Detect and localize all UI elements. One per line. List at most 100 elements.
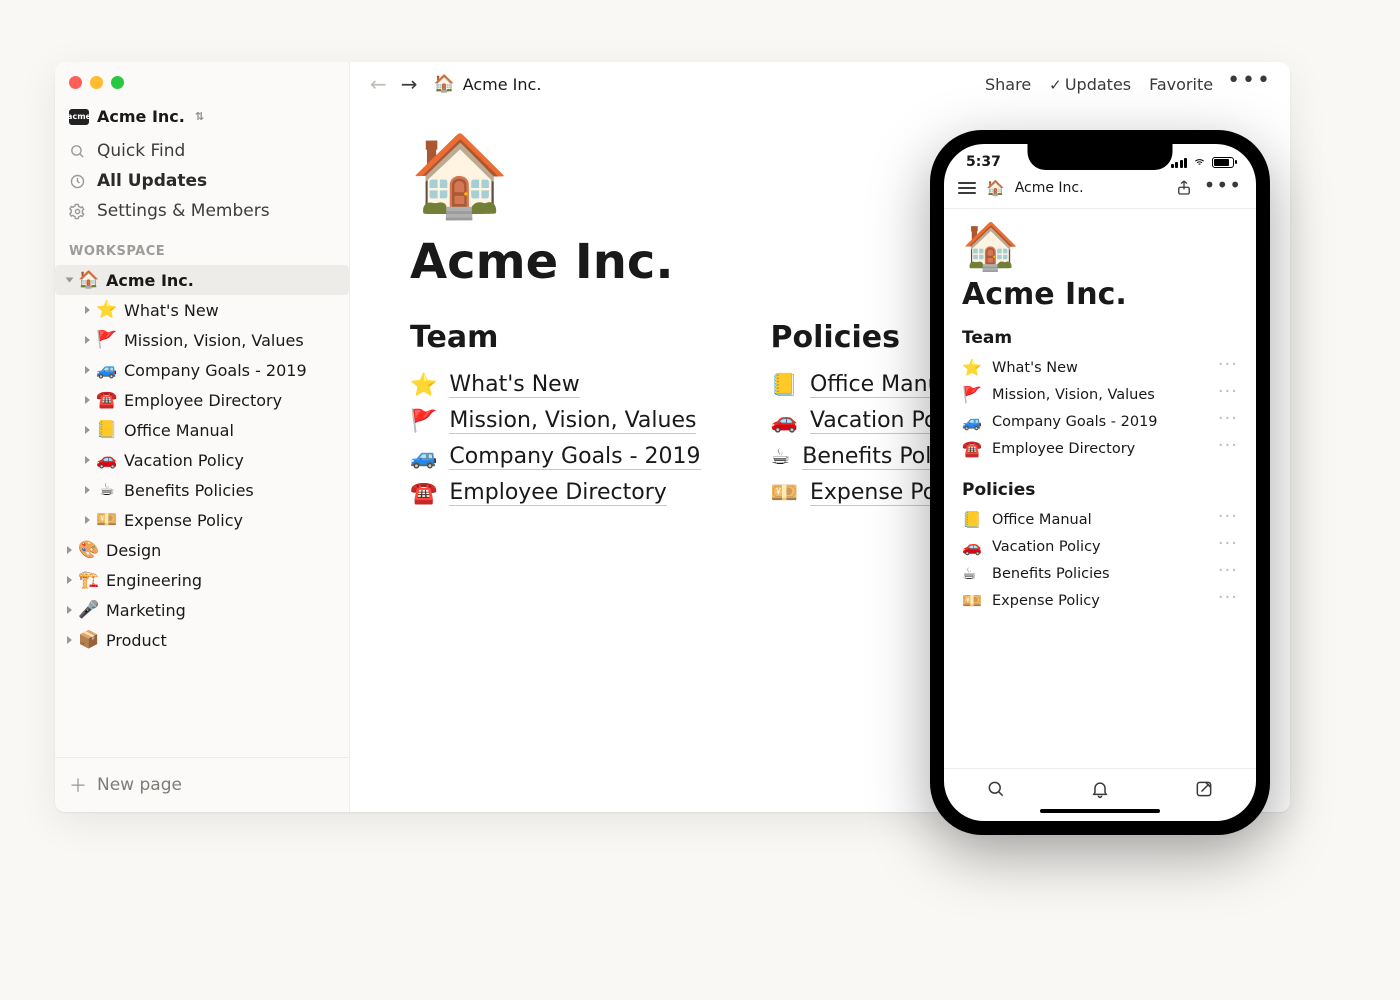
- tree-item-marketing[interactable]: 🎤 Marketing: [55, 595, 349, 625]
- chevron-right-icon[interactable]: [67, 606, 72, 614]
- chevron-right-icon[interactable]: [85, 336, 90, 344]
- updates-button[interactable]: ✓ Updates: [1045, 75, 1135, 94]
- row-more-button[interactable]: ···: [1218, 515, 1238, 524]
- clock-icon: [69, 173, 87, 190]
- quick-find-link[interactable]: Quick Find: [55, 136, 349, 166]
- page-link-label: Employee Directory: [992, 441, 1135, 457]
- favorite-button[interactable]: Favorite: [1145, 75, 1217, 94]
- tabbar-search-button[interactable]: [986, 779, 1006, 799]
- chevron-down-icon[interactable]: [66, 278, 74, 283]
- tree-item-design[interactable]: 🎨 Design: [55, 535, 349, 565]
- phone-link-expense-policy[interactable]: 💴 Expense Policy ···: [962, 587, 1238, 614]
- row-more-button[interactable]: ···: [1218, 363, 1238, 372]
- phone-link-vacation-policy[interactable]: 🚗 Vacation Policy ···: [962, 533, 1238, 560]
- maximize-window-button[interactable]: [111, 76, 124, 89]
- search-icon: [69, 143, 87, 160]
- phone-link-mission[interactable]: 🚩 Mission, Vision, Values ···: [962, 381, 1238, 408]
- phone-link-office-manual[interactable]: 📒 Office Manual ···: [962, 506, 1238, 533]
- phone-breadcrumb[interactable]: Acme Inc.: [1015, 180, 1084, 196]
- tree-item-acme[interactable]: 🏠 Acme Inc.: [55, 265, 349, 295]
- page-link-icon: ⭐: [410, 373, 437, 398]
- tree-item-mission[interactable]: 🚩 Mission, Vision, Values: [55, 325, 349, 355]
- share-button[interactable]: Share: [981, 75, 1035, 94]
- tree-item-office-manual[interactable]: 📒 Office Manual: [55, 415, 349, 445]
- tree-item-expense-policy[interactable]: 💴 Expense Policy: [55, 505, 349, 535]
- tree-item-company-goals[interactable]: 🚙 Company Goals - 2019: [55, 355, 349, 385]
- page-link-company-goals[interactable]: 🚙 Company Goals - 2019: [410, 439, 701, 475]
- tabbar-compose-button[interactable]: [1194, 779, 1214, 799]
- tree-item-label: Engineering: [106, 571, 202, 590]
- tree-item-engineering[interactable]: 🏗️ Engineering: [55, 565, 349, 595]
- workspace-switcher[interactable]: acme Acme Inc. ⇅: [55, 103, 349, 136]
- row-more-button[interactable]: ···: [1218, 444, 1238, 453]
- chevron-right-icon[interactable]: [85, 306, 90, 314]
- tree-item-whats-new[interactable]: ⭐ What's New: [55, 295, 349, 325]
- share-button[interactable]: [1174, 178, 1194, 198]
- breadcrumb[interactable]: 🏠 Acme Inc.: [434, 74, 542, 94]
- phone-frame: 5:37 🏠 Acme Inc. ••• 🏠 Acme Inc. Team ⭐: [930, 130, 1270, 835]
- settings-label: Settings & Members: [97, 201, 270, 221]
- row-more-button[interactable]: ···: [1218, 596, 1238, 605]
- phone-link-benefits-policies[interactable]: ☕ Benefits Policies ···: [962, 560, 1238, 587]
- tree-item-benefits-policies[interactable]: ☕ Benefits Policies: [55, 475, 349, 505]
- page-link-employee-directory[interactable]: ☎️ Employee Directory: [410, 475, 701, 511]
- chevron-right-icon[interactable]: [85, 426, 90, 434]
- row-more-button[interactable]: ···: [1218, 417, 1238, 426]
- tree-item-employee-directory[interactable]: ☎️ Employee Directory: [55, 385, 349, 415]
- chevron-right-icon[interactable]: [85, 516, 90, 524]
- new-page-button[interactable]: ＋ New page: [55, 757, 349, 812]
- nav-back-button[interactable]: ←: [368, 72, 389, 96]
- phone-topbar: 🏠 Acme Inc. •••: [944, 172, 1256, 209]
- tree-item-label: Employee Directory: [124, 391, 282, 410]
- page-link-mission[interactable]: 🚩 Mission, Vision, Values: [410, 403, 701, 439]
- chevron-right-icon[interactable]: [85, 396, 90, 404]
- tree-item-label: Product: [106, 631, 167, 650]
- tree-item-product[interactable]: 📦 Product: [55, 625, 349, 655]
- phone-page-icon[interactable]: 🏠: [962, 223, 1238, 269]
- more-menu-button[interactable]: •••: [1204, 182, 1242, 194]
- phone-link-whats-new[interactable]: ⭐ What's New ···: [962, 354, 1238, 381]
- page-emoji: 🚙: [96, 360, 118, 380]
- all-updates-link[interactable]: All Updates: [55, 166, 349, 196]
- page-emoji: 🎨: [78, 540, 100, 560]
- phone-link-employee-directory[interactable]: ☎️ Employee Directory ···: [962, 435, 1238, 462]
- page-link-icon: 🚗: [962, 537, 982, 556]
- phone-link-company-goals[interactable]: 🚙 Company Goals - 2019 ···: [962, 408, 1238, 435]
- nav-forward-button[interactable]: →: [399, 72, 420, 96]
- more-menu-button[interactable]: •••: [1227, 76, 1272, 92]
- battery-icon: [1212, 157, 1234, 168]
- chevron-right-icon[interactable]: [85, 456, 90, 464]
- chevron-right-icon[interactable]: [85, 366, 90, 374]
- page-link-label: What's New: [992, 360, 1078, 376]
- gear-icon: [69, 203, 87, 220]
- column-team: Team ⭐ What's New 🚩 Mission, Vision, Val…: [410, 320, 701, 511]
- page-link-icon: 🚩: [962, 385, 982, 404]
- all-updates-label: All Updates: [97, 171, 207, 191]
- page-emoji: ☎️: [96, 390, 118, 410]
- row-more-button[interactable]: ···: [1218, 390, 1238, 399]
- tabbar-notifications-button[interactable]: [1090, 779, 1110, 799]
- tree-item-label: Acme Inc.: [106, 271, 194, 290]
- tree-item-vacation-policy[interactable]: 🚗 Vacation Policy: [55, 445, 349, 475]
- page-emoji: ⭐: [96, 300, 118, 320]
- chevron-right-icon[interactable]: [85, 486, 90, 494]
- chevron-right-icon[interactable]: [67, 546, 72, 554]
- menu-button[interactable]: [958, 182, 976, 194]
- page-link-icon: 📒: [771, 373, 798, 398]
- tree-item-label: Expense Policy: [124, 511, 243, 530]
- chevron-right-icon[interactable]: [67, 576, 72, 584]
- close-window-button[interactable]: [69, 76, 82, 89]
- page-link-label: Employee Directory: [449, 480, 666, 506]
- home-indicator[interactable]: [1040, 809, 1160, 813]
- row-more-button[interactable]: ···: [1218, 542, 1238, 551]
- workspace-badge: acme: [69, 109, 89, 125]
- page-link-whats-new[interactable]: ⭐ What's New: [410, 367, 701, 403]
- page-link-label: Company Goals - 2019: [449, 444, 700, 470]
- minimize-window-button[interactable]: [90, 76, 103, 89]
- phone-page-title[interactable]: Acme Inc.: [962, 277, 1238, 312]
- settings-members-link[interactable]: Settings & Members: [55, 196, 349, 226]
- page-emoji: 📦: [78, 630, 100, 650]
- chevron-right-icon[interactable]: [67, 636, 72, 644]
- row-more-button[interactable]: ···: [1218, 569, 1238, 578]
- quick-find-label: Quick Find: [97, 141, 185, 161]
